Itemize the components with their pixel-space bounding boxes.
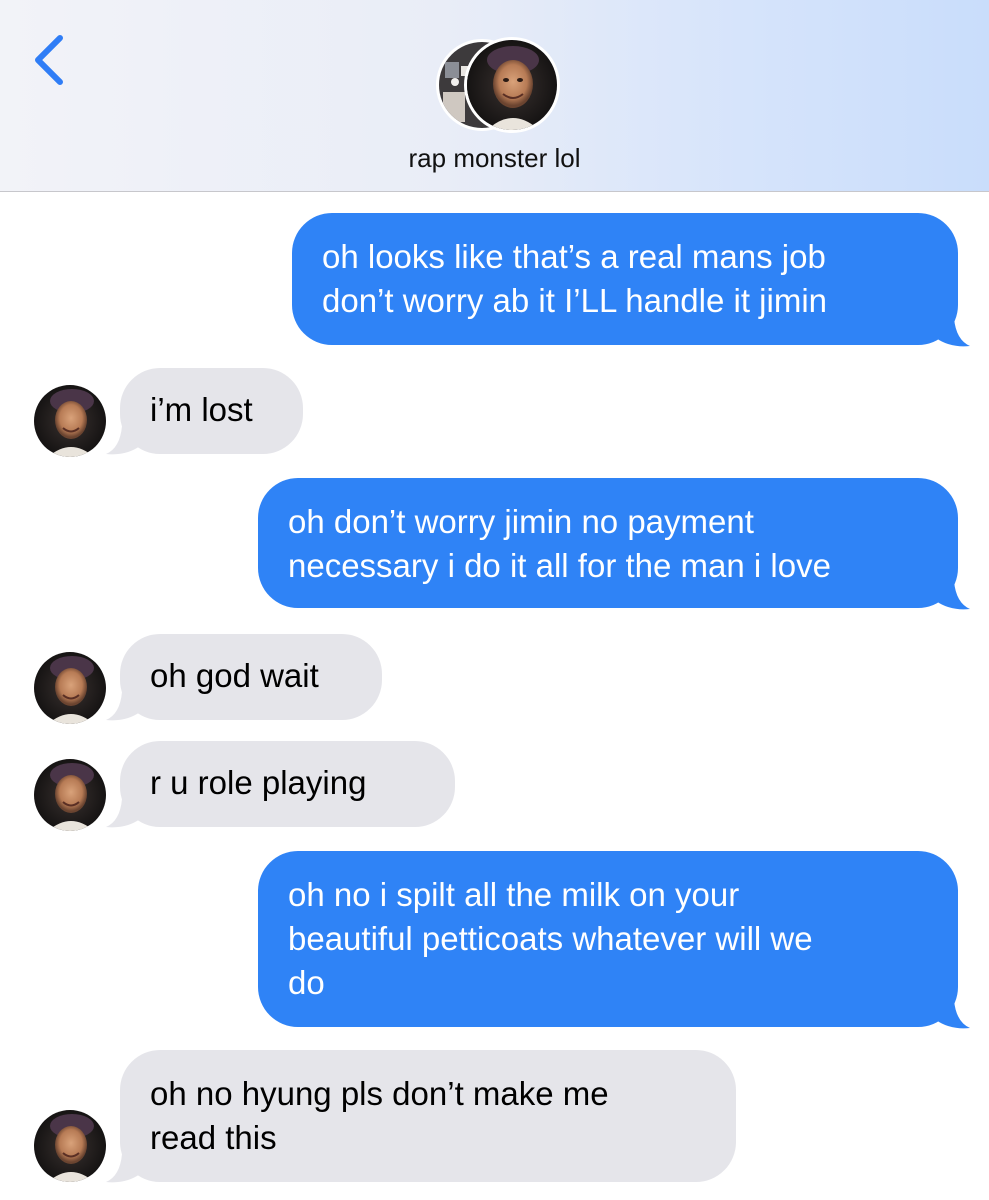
bubble-tail	[106, 799, 140, 828]
incoming-message-bubble[interactable]: i’m lost	[120, 368, 303, 454]
back-button[interactable]	[30, 30, 70, 90]
outgoing-message-bubble[interactable]: oh don’t worry jimin no payment necessar…	[258, 478, 958, 608]
contact-avatar-group[interactable]	[436, 37, 566, 133]
incoming-message-bubble[interactable]: oh god wait	[120, 634, 382, 720]
avatar	[464, 37, 560, 133]
message-text: oh god wait	[150, 657, 319, 694]
bubble-tail	[936, 318, 970, 347]
contact-name[interactable]: rap monster lol	[0, 143, 989, 174]
message-text: oh don’t worry jimin no payment necessar…	[288, 503, 831, 584]
message-text: i’m lost	[150, 391, 253, 428]
message-text: oh no i spilt all the milk on your beaut…	[288, 876, 813, 1001]
outgoing-message-bubble[interactable]: oh looks like that’s a real mans job don…	[292, 213, 958, 345]
conversation-header: rap monster lol	[0, 0, 989, 192]
avatar[interactable]	[34, 385, 106, 457]
bubble-tail	[936, 1000, 970, 1029]
bubble-tail	[106, 426, 140, 455]
incoming-message-bubble[interactable]: oh no hyung pls don’t make me read this	[120, 1050, 736, 1182]
bubble-tail	[106, 692, 140, 721]
avatar[interactable]	[34, 652, 106, 724]
avatar[interactable]	[34, 1110, 106, 1182]
avatar[interactable]	[34, 759, 106, 831]
message-text: r u role playing	[150, 764, 367, 801]
message-text: oh no hyung pls don’t make me read this	[150, 1075, 609, 1156]
incoming-message-bubble[interactable]: r u role playing	[120, 741, 455, 827]
bubble-tail	[936, 581, 970, 610]
outgoing-message-bubble[interactable]: oh no i spilt all the milk on your beaut…	[258, 851, 958, 1027]
bubble-tail	[106, 1154, 140, 1183]
message-text: oh looks like that’s a real mans job don…	[322, 238, 828, 319]
chevron-left-icon	[35, 35, 63, 85]
